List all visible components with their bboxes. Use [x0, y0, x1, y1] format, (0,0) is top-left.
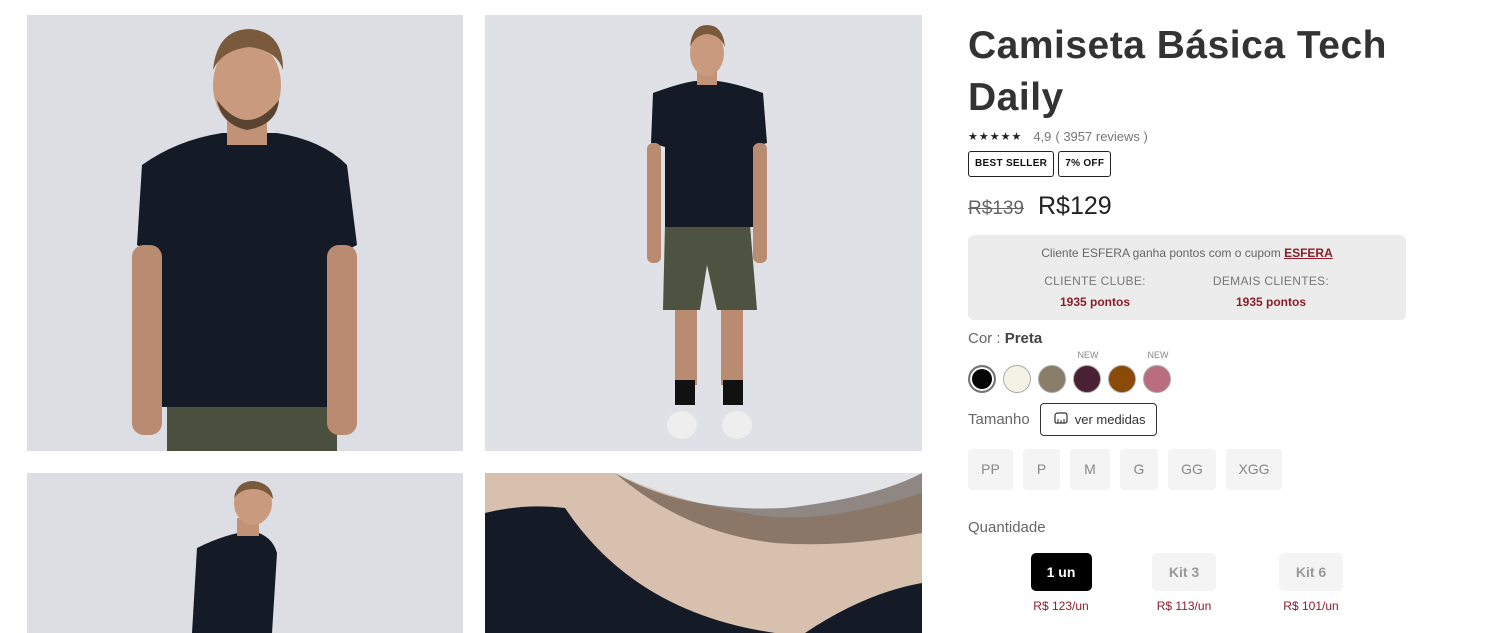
kit-button-1-un[interactable]: 1 un	[1030, 553, 1092, 591]
swatch-new-tag: NEW	[1077, 350, 1099, 360]
product-badges: BEST SELLER 7% OFF	[968, 151, 1112, 177]
badge-discount: 7% OFF	[1058, 151, 1112, 177]
size-option-pp[interactable]: PP	[968, 449, 1013, 490]
rating-reviews-count: ( 3957 reviews )	[1055, 129, 1148, 144]
club-points-value: 1935 pontos	[1059, 295, 1131, 309]
esfera-text: Cliente ESFERA ganha pontos com o cupom	[1041, 246, 1281, 260]
kit-option-1-un: 1 un R$ 123/un	[1011, 553, 1111, 613]
size-options: PP P M G GG XGG	[968, 449, 1282, 490]
product-photo-collar-detail[interactable]	[485, 473, 922, 633]
rating-stars-icon: ★★★★★	[968, 131, 1023, 143]
product-photo-front[interactable]	[27, 15, 463, 451]
product-photo-full-body[interactable]	[485, 15, 922, 451]
product-photo-back[interactable]	[27, 473, 463, 633]
size-option-gg[interactable]: GG	[1168, 449, 1216, 490]
size-guide-label: ver medidas	[1074, 412, 1146, 427]
swatch-circle	[1143, 365, 1171, 393]
club-points: CLIENTE CLUBE: 1935 pontos	[1015, 274, 1175, 309]
swatch-circle	[1003, 365, 1031, 393]
swatch-circle	[1073, 365, 1101, 393]
size-option-xgg[interactable]: XGG	[1226, 449, 1282, 490]
color-swatch-off-white[interactable]	[1003, 350, 1033, 394]
color-swatch-preta[interactable]	[968, 350, 998, 394]
kit-price-per-unit: R$ 113/un	[1156, 599, 1212, 613]
size-label-row: Tamanho ver medidas	[968, 403, 1157, 436]
color-swatches: NEW NEW	[968, 350, 1173, 394]
old-price: R$139	[968, 198, 1024, 219]
swatch-circle	[1038, 365, 1066, 393]
kit-button-6[interactable]: Kit 6	[1279, 553, 1343, 591]
rating-value: 4,9	[1033, 129, 1052, 144]
product-info-panel: Camiseta Básica Tech Daily ★★★★★ 4,9 ( 3…	[968, 0, 1468, 622]
kit-option-3: Kit 3 R$ 113/un	[1134, 553, 1234, 613]
quantity-label: Quantidade	[968, 519, 1046, 536]
color-swatch-vinho[interactable]: NEW	[1073, 350, 1103, 394]
price-block: R$139 R$129	[968, 192, 1112, 221]
color-label-row: Cor : Preta	[968, 330, 1042, 347]
size-guide-button[interactable]: ver medidas	[1039, 403, 1157, 436]
kit-button-3[interactable]: Kit 3	[1152, 553, 1216, 591]
others-label: DEMAIS CLIENTES:	[1212, 274, 1330, 288]
product-title: Camiseta Básica Tech Daily	[968, 24, 1387, 119]
size-option-p[interactable]: P	[1023, 449, 1060, 490]
size-label: Tamanho	[968, 411, 1030, 428]
kit-price-per-unit: R$ 101/un	[1283, 599, 1339, 613]
color-swatch-rosa[interactable]: NEW	[1143, 350, 1173, 394]
kit-option-6: Kit 6 R$ 101/un	[1261, 553, 1361, 613]
esfera-coupon-link[interactable]: ESFERA	[1284, 246, 1333, 260]
ruler-icon	[1053, 412, 1069, 427]
size-option-m[interactable]: M	[1070, 449, 1110, 490]
swatch-circle	[1108, 365, 1136, 393]
color-label: Cor :	[968, 330, 1001, 347]
product-rating[interactable]: ★★★★★ 4,9 ( 3957 reviews )	[968, 129, 1148, 144]
club-label: CLIENTE CLUBE:	[1044, 274, 1146, 288]
badge-best-seller: BEST SELLER	[968, 151, 1055, 177]
color-selected-name: Preta	[1004, 330, 1043, 347]
others-points: DEMAIS CLIENTES: 1935 pontos	[1191, 274, 1351, 309]
product-gallery	[0, 0, 940, 633]
others-points-value: 1935 pontos	[1235, 295, 1307, 309]
color-swatch-caramelo[interactable]	[1108, 350, 1138, 394]
current-price: R$129	[1038, 192, 1112, 220]
esfera-points-box: Cliente ESFERA ganha pontos com o cupom …	[968, 235, 1406, 320]
size-option-g[interactable]: G	[1120, 449, 1158, 490]
kit-price-per-unit: R$ 123/un	[1033, 599, 1089, 613]
esfera-coupon-line: Cliente ESFERA ganha pontos com o cupom …	[968, 246, 1406, 260]
swatch-new-tag: NEW	[1147, 350, 1169, 360]
color-swatch-taupe[interactable]	[1038, 350, 1068, 394]
swatch-circle	[968, 365, 996, 393]
